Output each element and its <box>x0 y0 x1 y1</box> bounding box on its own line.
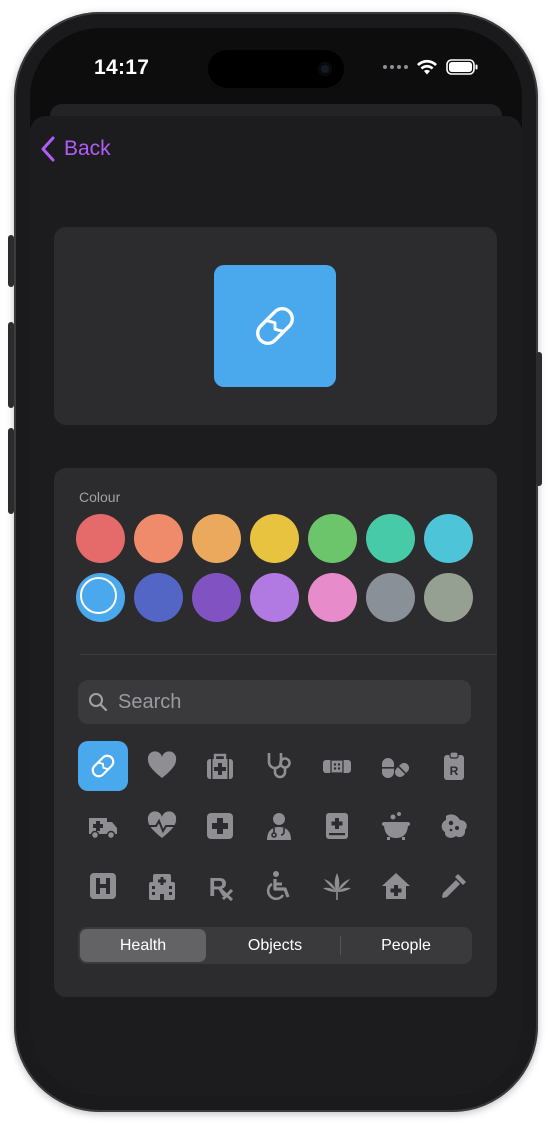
icon-option[interactable] <box>195 801 245 851</box>
category-segmented-control: Health Objects People <box>78 927 472 964</box>
bandage-icon <box>323 759 351 774</box>
status-icons <box>383 58 478 76</box>
colour-swatch[interactable] <box>134 573 183 622</box>
svg-text:R: R <box>450 764 459 778</box>
cauldron-icon <box>382 812 410 840</box>
icon-option[interactable] <box>137 861 187 911</box>
camera-icon <box>318 62 332 76</box>
icon-option[interactable]: R <box>195 861 245 911</box>
back-button[interactable]: Back <box>40 136 111 162</box>
prescription-clipboard-icon: R <box>444 751 464 780</box>
phone-button <box>536 352 542 486</box>
dynamic-island <box>208 50 344 88</box>
wifi-icon <box>417 59 437 75</box>
heart-pulse-icon <box>147 811 177 838</box>
pill-icon <box>91 754 115 778</box>
colour-swatch[interactable] <box>192 573 241 622</box>
segment-separator <box>340 936 341 955</box>
icon-option[interactable] <box>137 741 187 791</box>
colour-swatch[interactable] <box>366 514 415 563</box>
segment-people[interactable]: People <box>343 929 469 962</box>
doctor-icon <box>267 813 291 840</box>
ambulance-icon <box>89 818 117 840</box>
icon-option[interactable] <box>371 741 421 791</box>
heart-icon <box>147 751 177 778</box>
virus-icon <box>441 814 467 838</box>
pill-icon <box>256 307 294 345</box>
stethoscope-icon <box>267 753 291 779</box>
icon-option[interactable] <box>429 861 479 911</box>
phone-button <box>8 235 14 287</box>
icon-option[interactable] <box>254 801 304 851</box>
icon-option[interactable]: R <box>429 741 479 791</box>
cannabis-leaf-icon <box>323 873 351 900</box>
search-field[interactable] <box>78 680 471 724</box>
pills-icon <box>382 758 410 778</box>
icon-option[interactable] <box>429 801 479 851</box>
status-bar: 14:17 <box>30 28 522 108</box>
icon-option[interactable] <box>78 801 128 851</box>
icon-option[interactable] <box>78 861 128 911</box>
wheelchair-icon <box>266 871 290 901</box>
search-input[interactable] <box>116 689 450 715</box>
colour-swatch[interactable] <box>366 573 415 622</box>
screen: 14:17 Back Colour Search R R Health Obje… <box>30 28 522 1096</box>
icon-option[interactable] <box>312 741 362 791</box>
hospital-building-icon <box>149 874 175 900</box>
colour-swatch[interactable] <box>424 514 473 563</box>
icon-option[interactable] <box>78 741 128 791</box>
icon-option[interactable] <box>312 801 362 851</box>
colour-swatch[interactable] <box>76 514 125 563</box>
rx-icon: R <box>209 872 234 902</box>
phone-button <box>8 428 14 514</box>
colour-swatch[interactable] <box>192 514 241 563</box>
hospital-sign-icon <box>90 873 116 899</box>
colour-swatch[interactable] <box>134 514 183 563</box>
icon-option[interactable] <box>254 861 304 911</box>
icon-option[interactable] <box>137 801 187 851</box>
medical-book-icon <box>326 813 348 839</box>
icon-option[interactable] <box>371 861 421 911</box>
icon-option[interactable] <box>312 861 362 911</box>
back-label: Back <box>64 137 111 160</box>
segment-objects[interactable]: Objects <box>212 929 338 962</box>
status-time: 14:17 <box>94 56 150 79</box>
cellular-signal-icon <box>383 65 408 69</box>
icon-option[interactable] <box>371 801 421 851</box>
phone-button <box>8 322 14 408</box>
icon-config-card: Colour R R Health Objects People <box>54 468 497 997</box>
medical-cross-icon <box>207 813 233 839</box>
battery-icon <box>446 59 478 75</box>
colour-swatch[interactable] <box>250 573 299 622</box>
chevron-left-icon <box>41 136 55 162</box>
colour-swatch[interactable] <box>424 573 473 622</box>
colour-swatch[interactable] <box>308 573 357 622</box>
icon-option[interactable] <box>254 741 304 791</box>
colour-label: Colour <box>79 489 121 505</box>
eyedropper-icon <box>442 874 466 898</box>
icon-editor-sheet: Back Colour R R Health <box>30 116 522 1096</box>
colour-swatch[interactable] <box>250 514 299 563</box>
icon-preview-card <box>54 227 497 425</box>
search-icon <box>89 693 108 712</box>
divider <box>79 654 497 655</box>
colour-swatch[interactable] <box>308 514 357 563</box>
icon-preview-tile <box>214 265 336 387</box>
colour-swatch[interactable] <box>76 573 125 622</box>
medical-bag-icon <box>207 753 233 779</box>
house-medical-icon <box>382 873 410 899</box>
segment-health[interactable]: Health <box>80 929 206 962</box>
icon-option[interactable] <box>195 741 245 791</box>
